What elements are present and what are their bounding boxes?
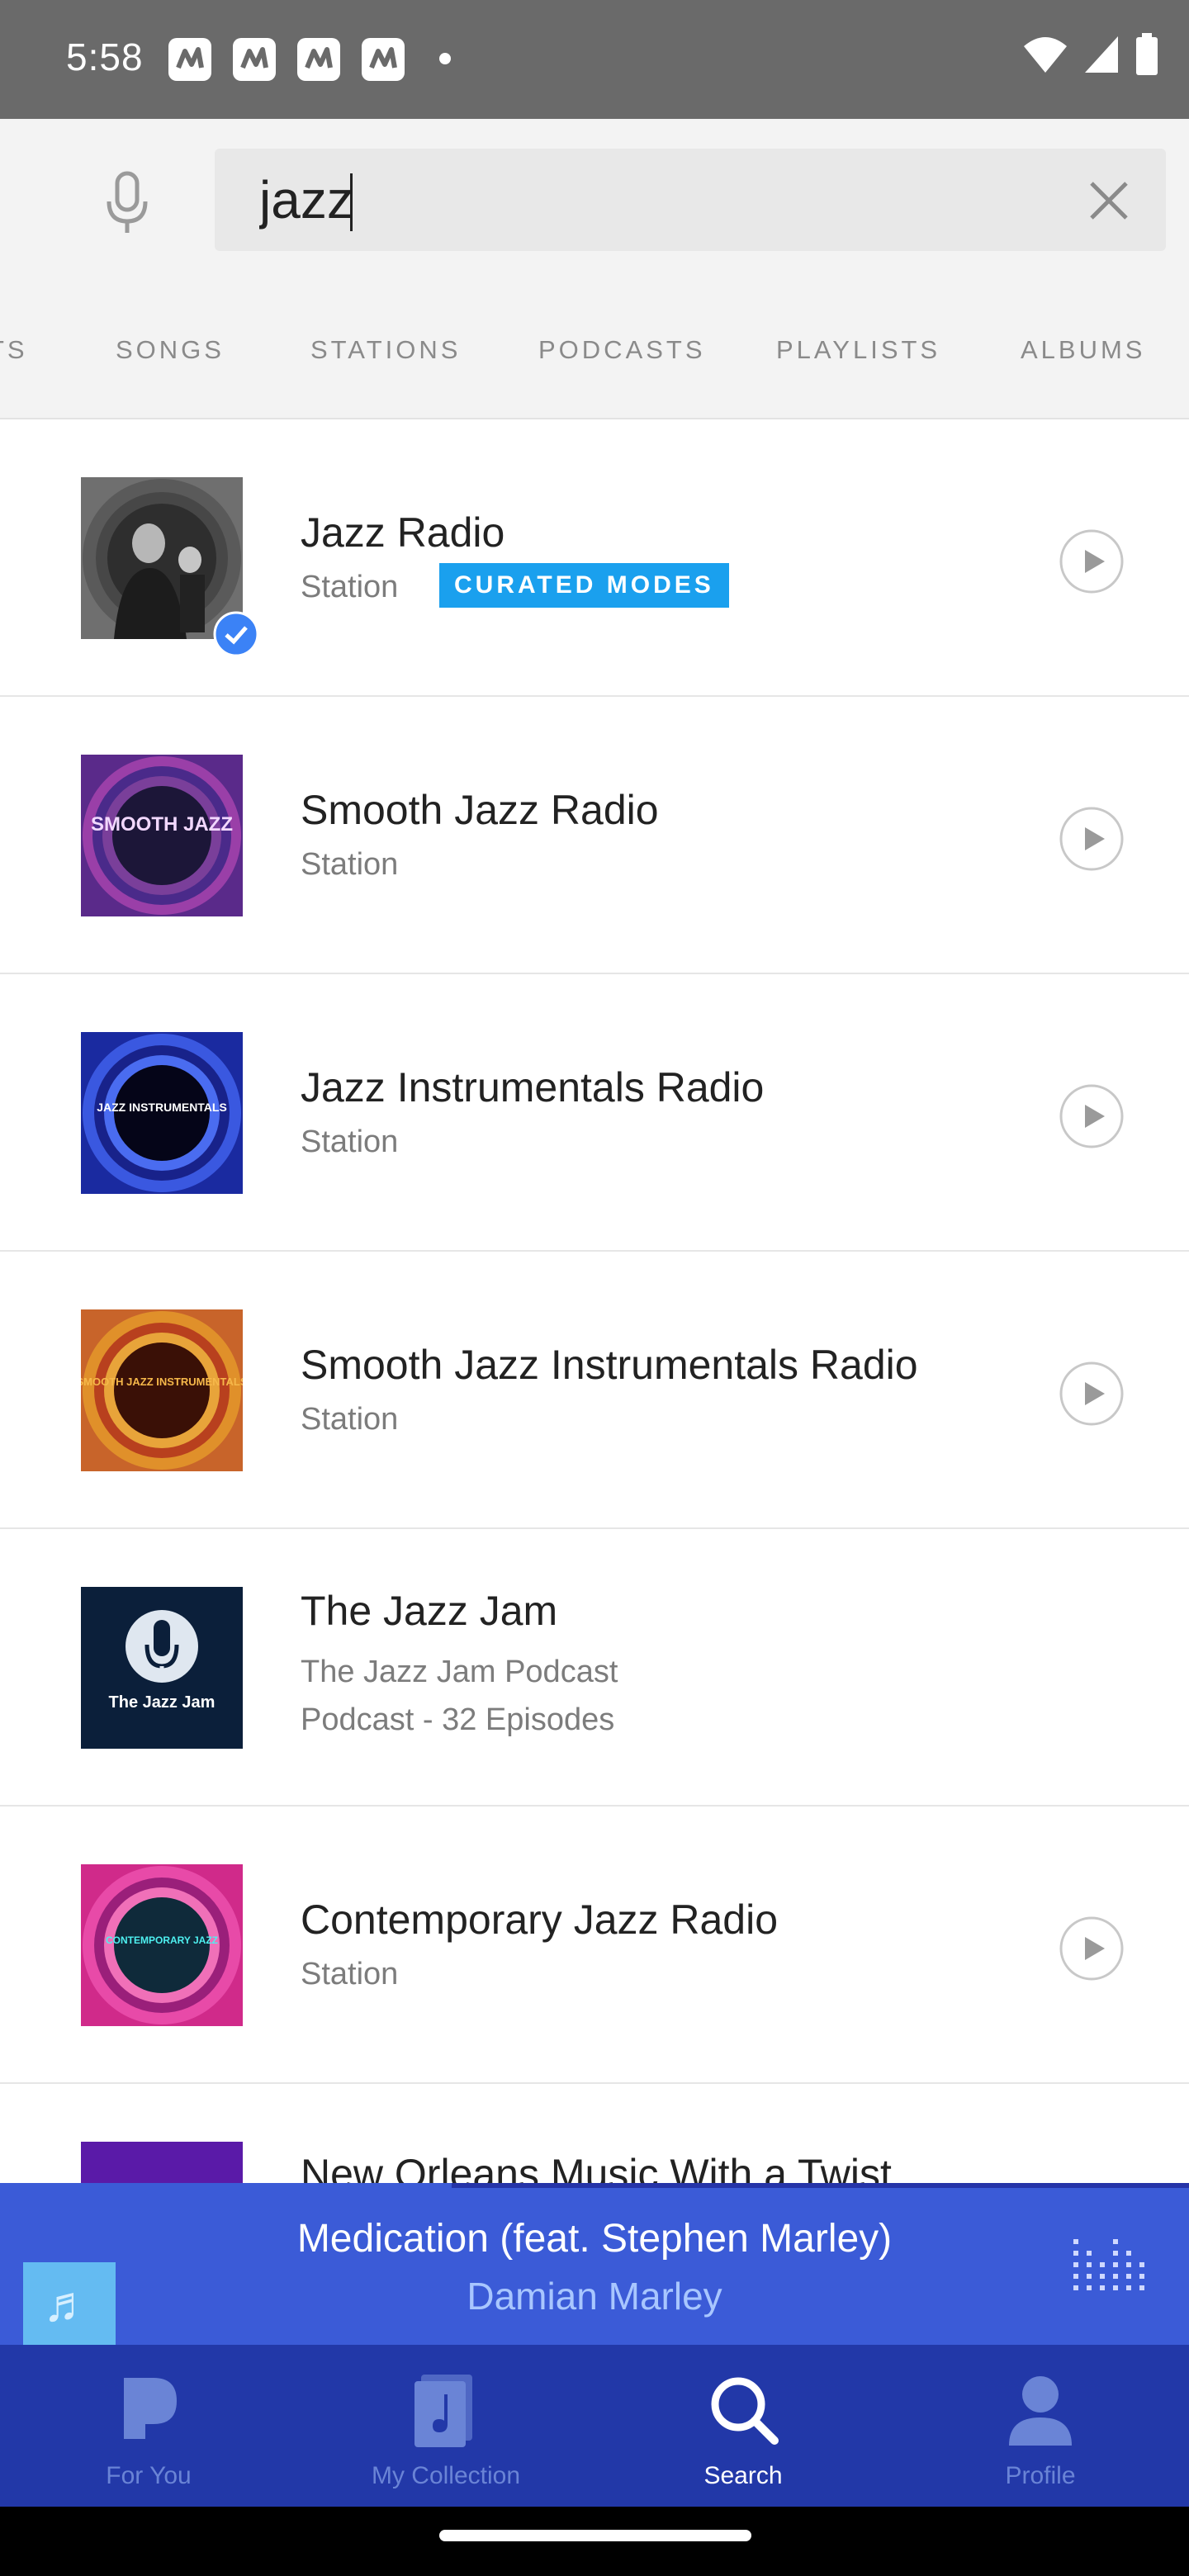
play-icon[interactable] — [1059, 1361, 1125, 1427]
artwork-text: SMOOTH JAZZ — [91, 813, 233, 836]
nav-label: Search — [703, 2462, 783, 2489]
tab-podcasts[interactable]: PODCASTS — [538, 335, 706, 365]
signal-icon — [1085, 36, 1118, 73]
pandora-notification-icon — [233, 38, 276, 81]
result-subtitle: Station — [301, 570, 399, 604]
status-time: 5:58 — [66, 36, 144, 78]
result-subtitle: The Jazz Jam Podcast — [301, 1655, 618, 1689]
result-title: The Jazz Jam — [301, 1588, 558, 1634]
tab-stations[interactable]: STATIONS — [310, 335, 461, 365]
curated-modes-badge: CURATED MODES — [439, 563, 729, 608]
station-artwork: SMOOTH JAZZ INSTRUMENTALS — [81, 1309, 243, 1471]
tab-playlists[interactable]: PLAYLISTS — [776, 335, 940, 365]
result-episode-count: Podcast - 32 Episodes — [301, 1702, 615, 1737]
mini-player[interactable]: ♬ Medication (feat. Stephen Marley) Dami… — [0, 2183, 1189, 2355]
more-notifications-dot — [439, 53, 451, 64]
now-playing-artist: Damian Marley — [467, 2275, 722, 2318]
close-icon[interactable] — [1087, 178, 1131, 223]
search-icon — [711, 2377, 779, 2445]
equalizer-icon[interactable] — [1072, 2233, 1149, 2299]
collection-icon — [414, 2375, 472, 2447]
pandora-notification-icon — [362, 38, 405, 81]
home-gesture-handle[interactable] — [439, 2530, 751, 2541]
nav-label: For You — [106, 2462, 192, 2489]
now-playing-title: Medication (feat. Stephen Marley) — [296, 2217, 893, 2261]
station-artwork: CONTEMPORARY JAZZ — [81, 1864, 243, 2026]
result-title: Smooth Jazz Radio — [301, 787, 659, 833]
station-artwork: SMOOTH JAZZ — [81, 755, 243, 916]
list-item[interactable]: SMOOTH JAZZ Smooth Jazz Radio Station — [0, 697, 1189, 974]
result-subtitle: Station — [301, 1402, 399, 1437]
wifi-icon — [1024, 37, 1067, 73]
artwork-text: The Jazz Jam — [109, 1693, 216, 1712]
pandora-notification-icon — [297, 38, 340, 81]
nav-profile[interactable]: Profile — [892, 2345, 1189, 2507]
pandora-p-icon — [124, 2378, 177, 2439]
nav-for-you[interactable]: For You — [0, 2345, 297, 2507]
search-header — [0, 119, 1189, 281]
result-subtitle: Station — [301, 1125, 399, 1159]
play-icon[interactable] — [1059, 528, 1125, 594]
play-icon[interactable] — [1059, 806, 1125, 872]
checkmark-badge-icon — [213, 611, 259, 657]
bottom-navigation: For You My Collection Search Profile — [0, 2345, 1189, 2507]
result-title: Smooth Jazz Instrumentals Radio — [301, 1342, 918, 1388]
result-title: Jazz Instrumentals Radio — [301, 1064, 765, 1110]
artwork-text: JAZZ INSTRUMENTALS — [97, 1101, 227, 1114]
result-title: Contemporary Jazz Radio — [301, 1896, 779, 1943]
play-icon[interactable] — [1059, 1915, 1125, 1982]
search-category-tabs: TS SONGS STATIONS PODCASTS PLAYLISTS ALB… — [0, 281, 1189, 419]
tab-songs[interactable]: SONGS — [116, 335, 225, 365]
nav-search[interactable]: Search — [594, 2345, 892, 2507]
artwork-text: SMOOTH JAZZ INSTRUMENTALS — [81, 1376, 243, 1388]
result-subtitle: Station — [301, 1957, 399, 1991]
search-input[interactable] — [259, 163, 1002, 236]
status-bar: 5:58 — [0, 0, 1189, 119]
battery-icon — [1136, 33, 1158, 75]
pandora-notification-icon — [168, 38, 211, 81]
nav-label: My Collection — [371, 2462, 521, 2489]
playback-progress — [452, 2183, 1189, 2188]
profile-icon — [1009, 2376, 1072, 2446]
result-subtitle: Station — [301, 847, 399, 882]
result-title: Jazz Radio — [301, 509, 505, 556]
tab-albums[interactable]: ALBUMS — [1021, 335, 1145, 365]
list-item[interactable]: JAZZ INSTRUMENTALS Jazz Instrumentals Ra… — [0, 974, 1189, 1252]
list-item[interactable]: SMOOTH JAZZ INSTRUMENTALS Smooth Jazz In… — [0, 1252, 1189, 1529]
play-icon[interactable] — [1059, 1083, 1125, 1149]
podcast-artwork: The Jazz Jam — [81, 1587, 243, 1749]
list-item[interactable]: Jazz Radio Station CURATED MODES — [0, 419, 1189, 697]
tab-artists[interactable]: TS — [0, 335, 28, 365]
list-item[interactable]: The Jazz Jam The Jazz Jam The Jazz Jam P… — [0, 1529, 1189, 1807]
system-navigation-bar — [0, 2507, 1189, 2576]
nav-my-collection[interactable]: My Collection — [297, 2345, 594, 2507]
list-item[interactable]: CONTEMPORARY JAZZ Contemporary Jazz Radi… — [0, 1807, 1189, 2084]
text-caret — [350, 173, 353, 231]
artwork-text: CONTEMPORARY JAZZ — [106, 1934, 218, 1946]
nav-label: Profile — [1005, 2462, 1076, 2489]
search-box[interactable] — [215, 149, 1166, 251]
station-artwork: JAZZ INSTRUMENTALS — [81, 1032, 243, 1194]
microphone-icon[interactable] — [102, 170, 152, 236]
